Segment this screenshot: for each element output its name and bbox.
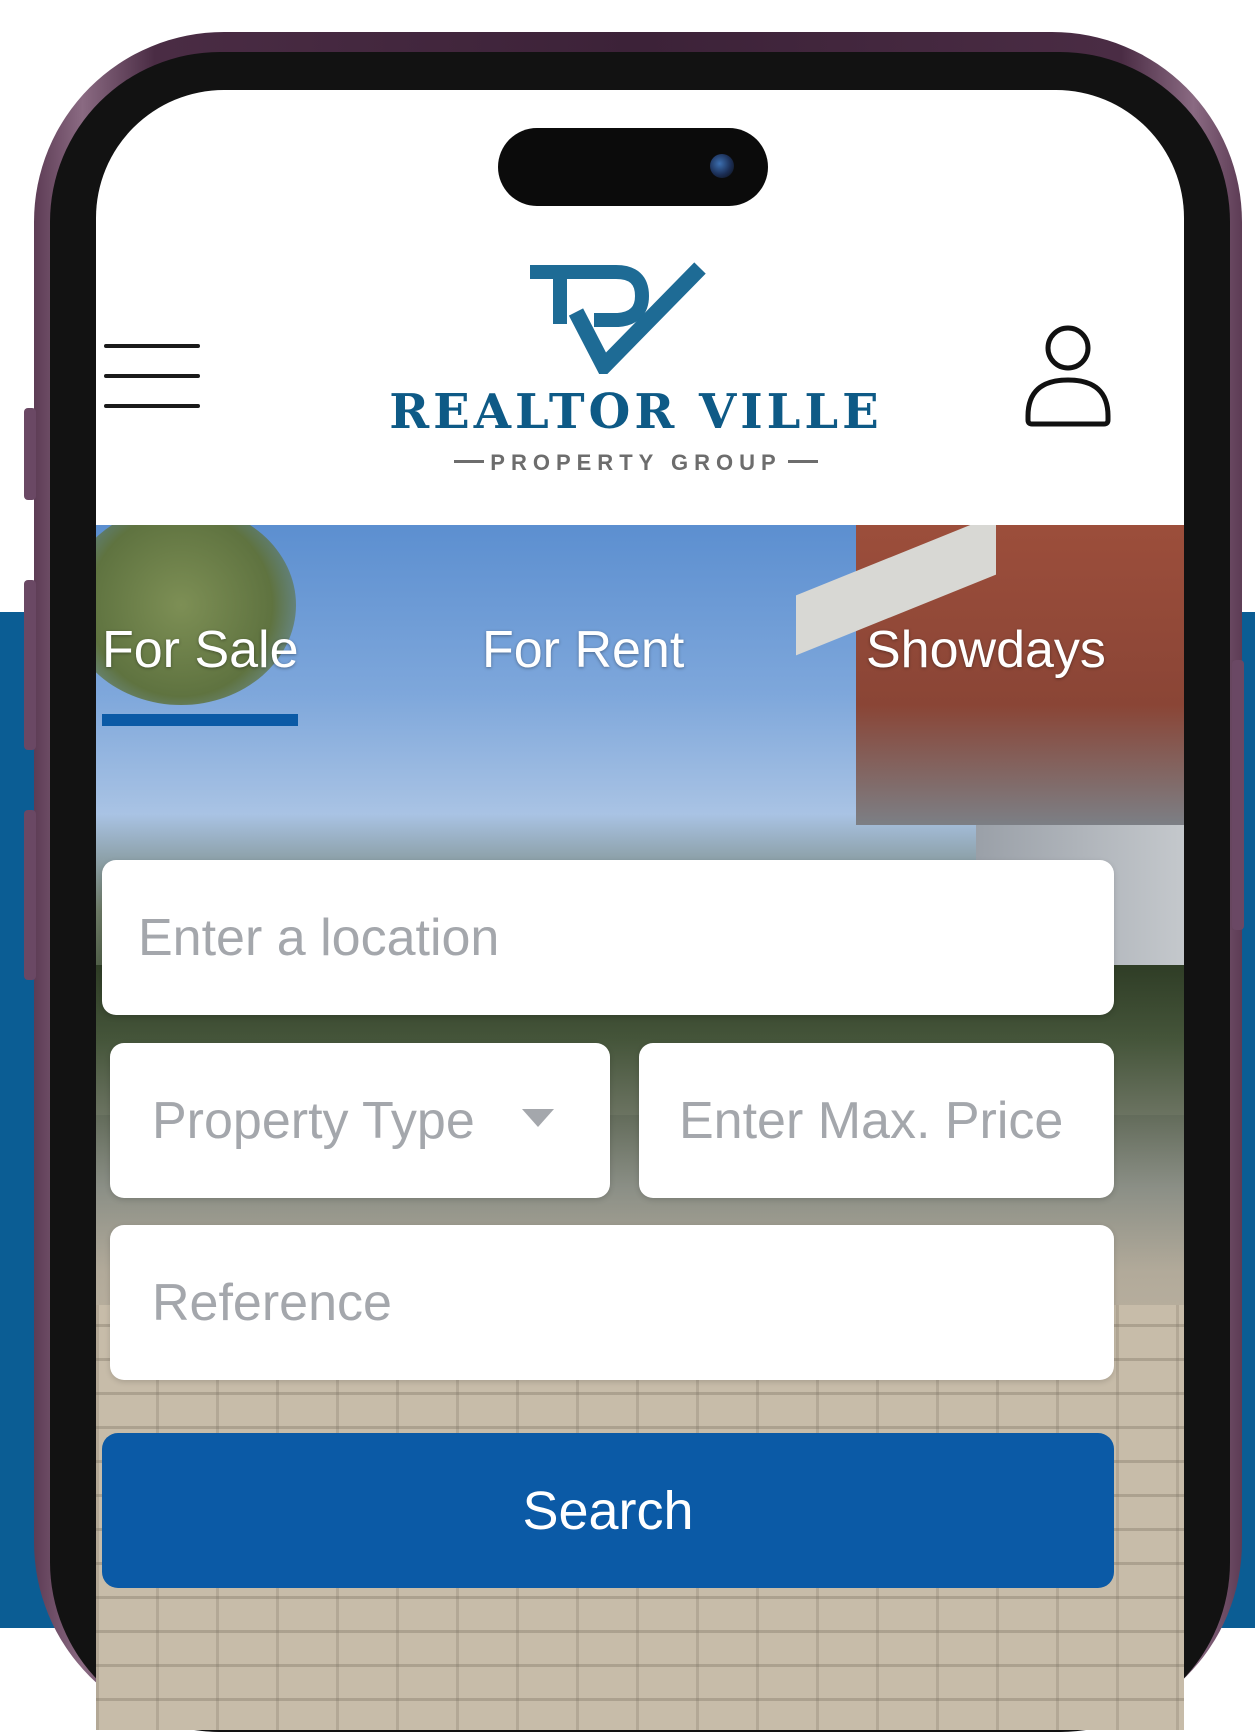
max-price-input[interactable]: Enter Max. Price [639,1043,1114,1198]
search-button[interactable]: Search [102,1433,1114,1588]
tab-for-sale[interactable]: For Sale [102,620,299,680]
active-tab-indicator [102,714,298,726]
chevron-down-icon [522,1109,554,1127]
phone-screen: REALTOR VILLE PROPERTY GROUP For Sale Fo… [96,90,1184,1730]
max-price-placeholder: Enter Max. Price [679,1091,1064,1150]
reference-input[interactable]: Reference [110,1225,1114,1380]
hero-search-panel: For Sale For Rent Showdays Enter a locat… [96,525,1184,1730]
property-type-select[interactable]: Property Type [110,1043,610,1198]
camera-icon [710,154,734,178]
location-input[interactable]: Enter a location [102,860,1114,1015]
app-header: REALTOR VILLE PROPERTY GROUP [96,250,1184,525]
phone-side-button [1232,660,1244,930]
phone-side-button [24,810,36,980]
brand-name: REALTOR VILLE [389,384,883,440]
brand-logo[interactable]: REALTOR VILLE PROPERTY GROUP [376,262,896,482]
logo-mark-icon [530,262,706,374]
brand-tagline-text: PROPERTY GROUP [490,450,782,475]
hamburger-menu-icon[interactable] [104,336,200,408]
tab-showdays[interactable]: Showdays [866,620,1106,680]
dynamic-island [498,128,768,206]
location-placeholder: Enter a location [138,908,500,967]
phone-side-button [24,580,36,750]
listing-tabs: For Sale For Rent Showdays [96,620,1184,726]
user-account-icon[interactable] [1020,320,1116,430]
brand-tagline: PROPERTY GROUP [376,450,896,476]
property-type-placeholder: Property Type [152,1091,475,1150]
reference-placeholder: Reference [152,1273,392,1332]
tab-for-rent[interactable]: For Rent [482,620,684,680]
phone-side-button [24,408,36,500]
